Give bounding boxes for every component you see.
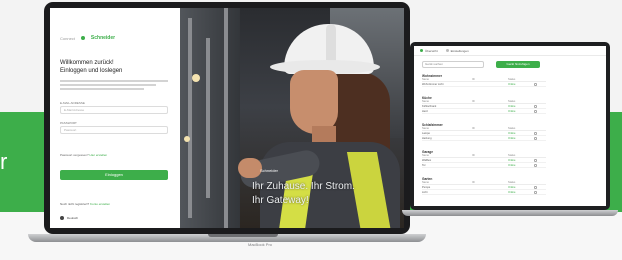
row-menu-icon[interactable] bbox=[534, 185, 537, 189]
add-device-button[interactable]: Gerät hinzufügen bbox=[496, 61, 540, 68]
app-name: Connect bbox=[60, 35, 75, 41]
globe-icon bbox=[60, 216, 64, 220]
help-text-line bbox=[60, 80, 168, 82]
settings-icon bbox=[445, 49, 449, 52]
password-label: PASSWORT bbox=[60, 121, 77, 125]
column-id: ID bbox=[472, 154, 475, 157]
laptop-screen: Connect Schneider Willkommen zurück! Ein… bbox=[50, 8, 404, 228]
laptop-base bbox=[402, 210, 618, 216]
cabinet-bar bbox=[224, 8, 228, 228]
row-menu-icon[interactable] bbox=[534, 109, 537, 113]
overlay-brand: Schneider bbox=[260, 168, 279, 173]
light-glow bbox=[192, 74, 200, 82]
hero-photo: Schneider Ihr Zuhause. Ihr Strom. Ihr Ga… bbox=[180, 8, 404, 228]
table-row[interactable]: Herd Online bbox=[422, 109, 546, 114]
dashboard-header: Gerät suchen Gerät hinzufügen bbox=[422, 60, 598, 70]
device-name: Tor bbox=[422, 163, 426, 167]
tab-settings[interactable]: Einstellungen bbox=[445, 48, 469, 53]
device-status: Online bbox=[508, 163, 516, 167]
worker-face bbox=[290, 70, 338, 134]
device-group: Wohnzimmer Name ID Status Wohnzimmer Lic… bbox=[422, 74, 546, 87]
dashboard-screen: Übersicht Einstellungen Gerät suchen Ger… bbox=[414, 46, 606, 206]
row-menu-icon[interactable] bbox=[534, 190, 537, 194]
device-group: Garage Name ID Status Wallbox Online Tor… bbox=[422, 150, 546, 168]
device-group: Schlafzimmer Name ID Status Lampe Online… bbox=[422, 123, 546, 141]
worker-hand bbox=[238, 158, 262, 178]
login-panel: Connect Schneider Willkommen zurück! Ein… bbox=[50, 8, 180, 228]
device-name: Licht bbox=[422, 190, 428, 194]
tab-overview[interactable]: Übersicht bbox=[420, 49, 438, 53]
column-id: ID bbox=[472, 181, 475, 184]
logo-row: Connect Schneider bbox=[60, 34, 115, 42]
row-menu-icon[interactable] bbox=[534, 158, 537, 162]
laptop-small: Übersicht Einstellungen Gerät suchen Ger… bbox=[402, 42, 618, 216]
register-link[interactable]: Konto erstellen bbox=[90, 202, 110, 206]
device-group: Garten Name ID Status Pumpe Online Licht… bbox=[422, 177, 546, 195]
register-text: Noch nicht registriert? bbox=[60, 202, 90, 206]
tab-label: Übersicht bbox=[425, 48, 438, 53]
email-label: E-MAIL ADRESSE bbox=[60, 101, 85, 105]
row-menu-icon[interactable] bbox=[534, 163, 537, 167]
device-name: Heizung bbox=[422, 136, 432, 140]
welcome-text: Willkommen zurück! bbox=[60, 60, 114, 66]
forgot-password-text: Passwort vergessen? bbox=[60, 153, 89, 157]
device-name: Herd bbox=[422, 109, 428, 113]
column-id: ID bbox=[472, 78, 475, 81]
device-group: Küche Name ID Status Kühlschrank Online … bbox=[422, 96, 546, 114]
help-text-line bbox=[60, 88, 144, 90]
email-field[interactable]: E-Mail Adresse bbox=[60, 106, 168, 114]
device-search-input[interactable]: Gerät suchen bbox=[422, 61, 484, 68]
device-status: Online bbox=[508, 136, 516, 140]
table-row[interactable]: Wohnzimmer Licht Online bbox=[422, 82, 546, 87]
row-menu-icon[interactable] bbox=[534, 82, 537, 86]
register-prompt: Noch nicht registriert? Konto erstellen bbox=[60, 202, 168, 206]
table-row[interactable]: Licht Online bbox=[422, 190, 546, 195]
row-menu-icon[interactable] bbox=[534, 136, 537, 140]
overview-icon bbox=[420, 49, 423, 52]
laptop-model-label: MacBook Pro bbox=[247, 242, 272, 247]
brand-logo: Schneider bbox=[90, 35, 116, 41]
row-menu-icon[interactable] bbox=[534, 104, 537, 108]
edge-glyph: r bbox=[0, 149, 8, 174]
device-name: Wohnzimmer Licht bbox=[422, 82, 444, 86]
light-glow bbox=[184, 136, 190, 142]
laptop-bezel: Connect Schneider Willkommen zurück! Ein… bbox=[44, 2, 410, 234]
tab-label: Einstellungen bbox=[450, 48, 469, 53]
cabinet-bar bbox=[188, 18, 192, 218]
column-id: ID bbox=[472, 127, 475, 130]
laptop-large: Connect Schneider Willkommen zurück! Ein… bbox=[28, 2, 426, 247]
help-text-line bbox=[60, 84, 156, 86]
language-label: Deutsch bbox=[67, 216, 79, 220]
forgot-password: Passwort vergessen? Hier erstellen bbox=[60, 153, 168, 157]
dashboard-topbar: Übersicht Einstellungen bbox=[414, 46, 606, 56]
password-field[interactable]: Passwort bbox=[60, 126, 168, 134]
device-status: Online bbox=[508, 82, 516, 86]
laptop-notch bbox=[208, 234, 278, 237]
brand-leaf-icon bbox=[80, 36, 85, 40]
laptop-bezel: Übersicht Einstellungen Gerät suchen Ger… bbox=[410, 42, 610, 210]
electrical-cabinet bbox=[180, 8, 240, 228]
login-headline: Einloggen und loslegen bbox=[60, 68, 123, 74]
table-row[interactable]: Tor Online bbox=[422, 163, 546, 168]
column-id: ID bbox=[472, 100, 475, 103]
table-row[interactable]: Heizung Online bbox=[422, 136, 546, 141]
cabinet-bar bbox=[206, 38, 210, 198]
row-menu-icon[interactable] bbox=[534, 131, 537, 135]
overlay-tagline: Ihr Zuhause. Ihr Strom. Ihr Gateway! bbox=[252, 181, 355, 206]
device-status: Online bbox=[508, 109, 516, 113]
language-selector[interactable]: Deutsch bbox=[60, 216, 78, 220]
forgot-password-link[interactable]: Hier erstellen bbox=[90, 153, 108, 157]
login-button[interactable]: Einloggen bbox=[60, 170, 168, 180]
device-status: Online bbox=[508, 190, 516, 194]
